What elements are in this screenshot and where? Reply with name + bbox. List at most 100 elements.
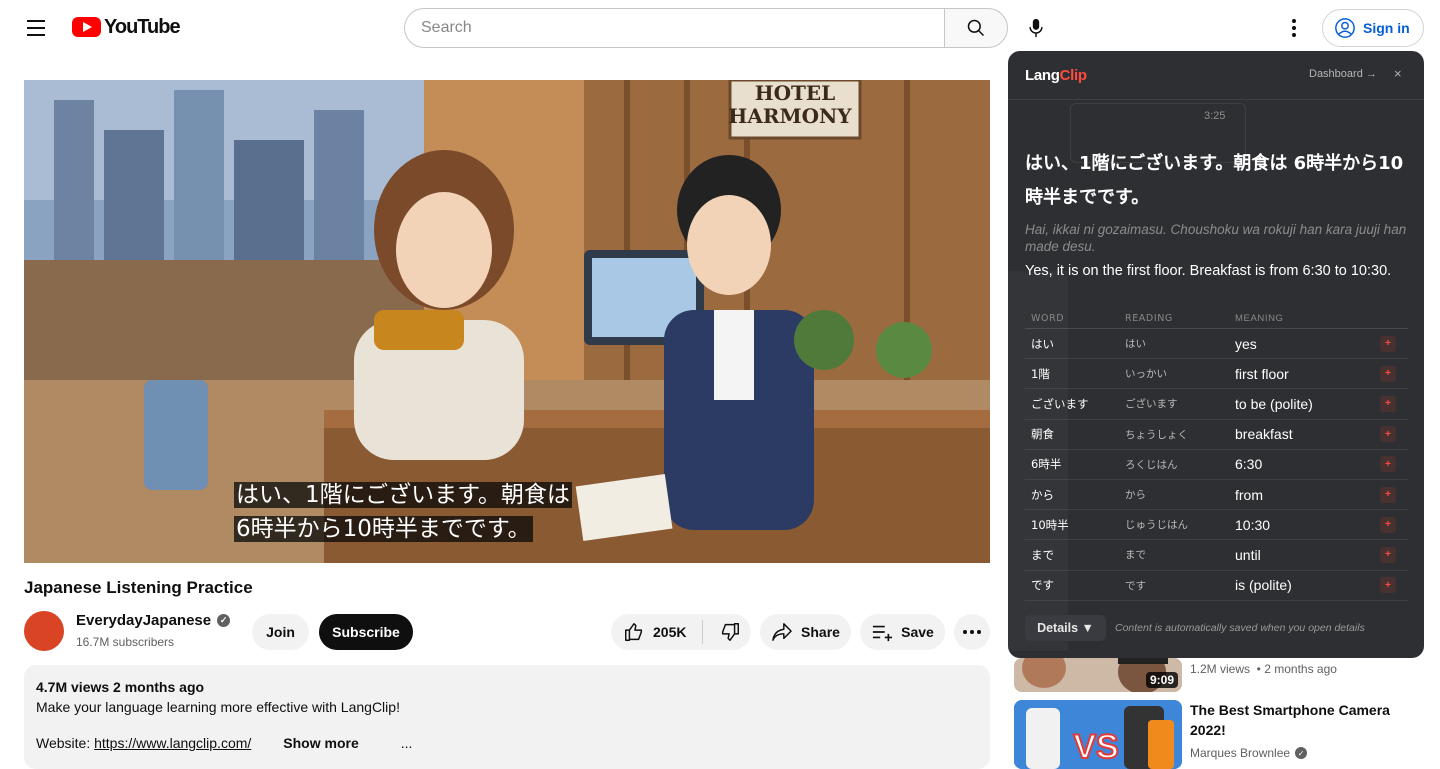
english-translation: Yes, it is on the first floor. Breakfast… <box>1025 263 1392 279</box>
masthead: YouTube Search Sign in <box>0 0 1440 56</box>
show-more-button[interactable]: Show more <box>283 735 358 751</box>
microphone-icon <box>1029 18 1043 38</box>
word-row[interactable]: です です is (polite) + <box>1025 571 1408 601</box>
account-icon <box>1335 18 1355 38</box>
share-arrow-icon <box>772 623 792 641</box>
more-actions-icon[interactable] <box>954 614 990 650</box>
channel-name[interactable]: EverydayJapanese ✓ <box>76 612 231 629</box>
add-word-icon[interactable]: + <box>1380 365 1396 382</box>
word-meaning: first floor <box>1235 365 1289 382</box>
romaji-reading: Hai, ikkai ni gozaimasu. Choushoku wa ro… <box>1025 222 1407 254</box>
word-row[interactable]: 1階 いっかい first floor + <box>1025 359 1408 390</box>
youtube-play-icon <box>72 17 101 37</box>
dashboard-link[interactable]: Dashboard → <box>1309 68 1377 80</box>
word-reading: じゅうじはん <box>1125 519 1188 532</box>
thumbnail-vs-text: VS <box>1073 728 1118 766</box>
langclip-panel: LangClip Dashboard → × 3:25 はい、1階にございます。… <box>1008 51 1424 658</box>
join-button[interactable]: Join <box>252 614 309 650</box>
word-reading: から <box>1125 489 1146 502</box>
word-reading: ちょうしょく <box>1125 428 1188 441</box>
thumbs-down-icon[interactable] <box>719 621 741 643</box>
subscribe-button[interactable]: Subscribe <box>319 614 413 650</box>
menu-icon[interactable] <box>16 8 56 48</box>
details-button[interactable]: Details ▼ <box>1025 615 1106 641</box>
recommended-video-meta: 1.2M views • 2 months ago <box>1190 662 1337 676</box>
word-meaning: from <box>1235 486 1263 503</box>
save-label: Save <box>901 624 934 640</box>
view-count-date: 4.7M views 2 months ago <box>36 679 205 695</box>
sign-in-button[interactable]: Sign in <box>1322 9 1424 47</box>
word-term: 朝食 <box>1031 427 1054 442</box>
close-icon[interactable]: × <box>1394 66 1402 81</box>
share-button[interactable]: Share <box>760 614 851 650</box>
recommended-video-thumbnail[interactable]: VS <box>1014 700 1182 769</box>
add-word-icon[interactable]: + <box>1380 486 1396 503</box>
voice-search-button[interactable] <box>1016 8 1056 48</box>
word-row[interactable]: まで まで until + <box>1025 540 1408 571</box>
word-row[interactable]: ございます ございます to be (polite) + <box>1025 389 1408 420</box>
word-term: はい <box>1031 336 1054 351</box>
video-title: Japanese Listening Practice <box>24 578 253 597</box>
verified-check-icon: ✓ <box>1295 747 1308 759</box>
hotel-sign-line-2: HARMONY <box>728 104 852 128</box>
word-term: 1階 <box>1031 366 1050 381</box>
video-player[interactable]: HOTEL HARMONY はい、1階にございます。朝食は 6時半から10時半ま… <box>24 80 990 563</box>
hotel-sign-line-1: HOTEL <box>755 81 836 105</box>
word-row[interactable]: はい はい yes + <box>1025 329 1408 360</box>
search-button[interactable] <box>944 8 1008 48</box>
website-label: Website: <box>36 735 95 751</box>
word-term: から <box>1031 487 1054 502</box>
word-term: まで <box>1031 547 1054 562</box>
word-meaning: 10:30 <box>1235 516 1271 533</box>
word-term: です <box>1031 578 1054 593</box>
add-word-icon[interactable]: + <box>1380 426 1396 443</box>
add-word-icon[interactable]: + <box>1380 516 1396 533</box>
title-line-2: 2022! <box>1190 722 1226 738</box>
save-button[interactable]: Save <box>860 614 945 650</box>
column-reading: READING <box>1125 313 1173 324</box>
word-meaning: breakfast <box>1235 426 1293 443</box>
like-count[interactable]: 205K <box>653 624 686 640</box>
word-reading: はい <box>1125 338 1146 351</box>
word-table: WORD READING MEANING はい はい yes +1階 いっかい first… <box>1025 313 1408 601</box>
video-description[interactable]: 4.7M views 2 months ago Make your langua… <box>24 665 990 769</box>
column-word: WORD <box>1031 313 1065 324</box>
word-term: ございます <box>1031 396 1089 411</box>
caption-line-2: 6時半から10時半までです。 <box>234 516 533 542</box>
channel-avatar[interactable] <box>24 611 64 651</box>
column-meaning: MEANING <box>1235 313 1284 324</box>
word-reading: ろくじはん <box>1125 458 1178 471</box>
word-row[interactable]: 6時半 ろくじはん 6:30 + <box>1025 450 1408 480</box>
add-word-icon[interactable]: + <box>1380 577 1396 594</box>
website-link[interactable]: https://www.langclip.com/ <box>94 735 251 751</box>
recommended-channel-name: Marques Brownlee <box>1190 746 1291 760</box>
add-word-icon[interactable]: + <box>1380 546 1396 563</box>
word-term: 6時半 <box>1031 457 1062 472</box>
header-divider <box>1008 99 1424 100</box>
word-row[interactable]: 朝食 ちょうしょく breakfast + <box>1025 420 1408 450</box>
description-text: Make your language learning more effecti… <box>36 699 400 715</box>
recommended-video-title[interactable]: The Best Smartphone Camera 2022! <box>1190 700 1390 740</box>
thumbs-up-icon[interactable] <box>623 621 645 643</box>
langclip-logo: LangClip <box>1025 67 1087 84</box>
recommended-channel[interactable]: Marques Brownlee ✓ <box>1190 746 1308 760</box>
word-reading: まで <box>1125 549 1146 562</box>
word-reading: いっかい <box>1125 368 1167 381</box>
verified-check-icon: ✓ <box>217 614 231 627</box>
add-word-icon[interactable]: + <box>1380 335 1396 352</box>
word-row[interactable]: から から from + <box>1025 480 1408 511</box>
search-input[interactable]: Search <box>404 8 945 48</box>
recommended-video-thumbnail[interactable]: 9:09 <box>1014 658 1182 692</box>
word-row[interactable]: 10時半 じゅうじはん 10:30 + <box>1025 510 1408 541</box>
youtube-logo[interactable]: YouTube <box>72 16 181 38</box>
japanese-sentence: はい、1階にございます。朝食は 6時半から10時半までです。 <box>1025 153 1404 208</box>
word-meaning: until <box>1235 546 1261 563</box>
add-word-icon[interactable]: + <box>1380 395 1396 412</box>
subscriber-count: 16.7M subscribers <box>76 635 175 649</box>
word-meaning: 6:30 <box>1235 456 1263 473</box>
word-reading: です <box>1125 579 1146 592</box>
like-divider <box>702 620 704 644</box>
settings-more-icon[interactable] <box>1274 8 1314 48</box>
logo-lang: Lang <box>1025 67 1060 84</box>
add-word-icon[interactable]: + <box>1380 456 1396 473</box>
